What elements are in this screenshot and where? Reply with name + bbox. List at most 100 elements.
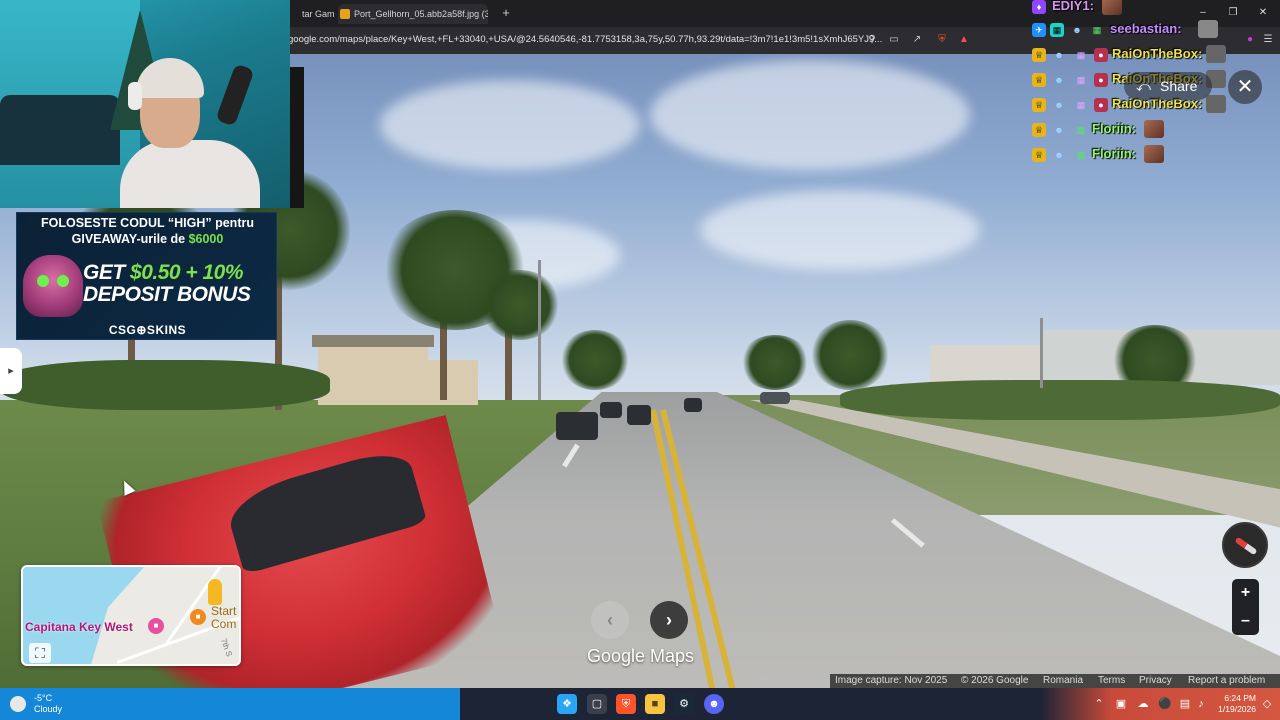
- chevron-up-icon[interactable]: ⌃: [1092, 697, 1106, 711]
- car: [627, 405, 651, 425]
- ad-text: FOLOSESTE CODUL: [41, 216, 168, 230]
- browser-tab-active[interactable]: Port_Gellhorn_05.abb2a58f.jpg (3840: [338, 4, 488, 24]
- minimap[interactable]: Capitana Key West ■ ■ Start Com 7th S ⛶: [21, 565, 241, 666]
- discord-icon[interactable]: ☻: [704, 694, 724, 714]
- house: [930, 345, 1040, 385]
- close-street-view-button[interactable]: ✕: [1228, 70, 1262, 104]
- privacy-link[interactable]: Privacy: [1139, 674, 1172, 688]
- robot-badge-icon: ☻: [1054, 150, 1064, 160]
- cast-icon[interactable]: ▭: [888, 34, 900, 46]
- robot-badge-icon: ☻: [1054, 100, 1064, 110]
- browser-tab[interactable]: tar Gam: [286, 4, 334, 24]
- weather-temperature: -5°C: [34, 693, 53, 703]
- microphone: [215, 63, 255, 127]
- task-view-icon[interactable]: ▢: [587, 694, 607, 714]
- image-capture-date: Image capture: Nov 2025: [835, 675, 948, 686]
- ad-bonus: DEPOSIT BONUS: [83, 283, 251, 306]
- microphone-icon[interactable]: ⚫: [1158, 697, 1172, 711]
- side-panel-toggle[interactable]: ▸: [0, 348, 22, 394]
- cloud: [650, 60, 970, 170]
- chat-username: Floriin:: [1092, 146, 1137, 161]
- sponsor-banner: FOLOSESTE CODUL “HIGH” pentru GIVEAWAY-u…: [16, 212, 277, 340]
- extension-icon[interactable]: ●: [1244, 34, 1256, 46]
- street-lamp: [538, 260, 541, 400]
- system-clock[interactable]: 6:24 PM 1/19/2026: [1208, 693, 1256, 715]
- maximize-icon[interactable]: ❐: [1226, 7, 1240, 18]
- next-arrow-button[interactable]: ›: [650, 601, 688, 639]
- emote-icon: [1102, 0, 1122, 15]
- webcam-overlay: [0, 0, 290, 208]
- sub-badge-icon: ▦: [1076, 125, 1086, 135]
- new-tab-button[interactable]: +: [499, 5, 513, 21]
- zoom-in-button[interactable]: +: [1232, 579, 1259, 607]
- windows-start-icon[interactable]: ❖: [557, 694, 577, 714]
- mascot-eye: [37, 275, 49, 287]
- copyright: © 2026 Google: [961, 675, 1029, 686]
- emote-icon: [1198, 20, 1218, 38]
- sub-badge-icon: ▦: [1092, 25, 1102, 35]
- minimap-place-label[interactable]: Capitana Key West: [25, 620, 133, 634]
- sub-badge-icon: ▦: [1076, 150, 1086, 160]
- notifications-icon[interactable]: ◇: [1260, 697, 1274, 711]
- ad-text: GIVEAWAY-urile de: [71, 232, 189, 246]
- partner-badge-icon: ●: [1094, 98, 1108, 112]
- badge-icon: ▦: [1050, 23, 1064, 37]
- palm-crown: [740, 335, 810, 390]
- house: [418, 360, 478, 405]
- minimize-icon[interactable]: –: [1196, 7, 1210, 18]
- weather-description: Cloudy: [34, 704, 63, 714]
- sofa: [0, 95, 120, 165]
- zoom-icon[interactable]: ⚲: [866, 34, 878, 46]
- share-label: Share: [1160, 78, 1198, 94]
- brave-browser-icon[interactable]: ⛨: [616, 694, 636, 714]
- robot-badge-icon: ☻: [1054, 50, 1064, 60]
- terms-link[interactable]: Terms: [1098, 674, 1125, 688]
- rewards-icon[interactable]: ▲: [958, 34, 970, 46]
- sub-badge-icon: ▦: [1076, 100, 1086, 110]
- robot-badge-icon: ☻: [1072, 25, 1082, 35]
- tab-title: tar Gam: [302, 9, 334, 19]
- shop-pin-icon[interactable]: ■: [190, 609, 206, 625]
- crown-badge-icon: ♕: [1032, 48, 1046, 62]
- minimap-label-line: Com: [211, 617, 237, 631]
- webcam-border: [290, 67, 304, 208]
- address-bar[interactable]: google.com/maps/place/Key+West,+FL+33040…: [288, 34, 882, 45]
- hotel-pin-icon[interactable]: ■: [148, 618, 164, 634]
- clock-time: 6:24 PM: [1224, 693, 1256, 703]
- steam-icon[interactable]: ⚙: [674, 694, 694, 714]
- taskbar-weather-area[interactable]: -5°C Cloudy: [0, 688, 460, 720]
- cloud-sync-icon[interactable]: ☁: [1136, 697, 1150, 711]
- file-explorer-icon[interactable]: ■: [645, 694, 665, 714]
- ad-text: GET: [83, 261, 131, 284]
- cloud: [700, 190, 980, 270]
- brave-shield-icon[interactable]: ⛨: [936, 34, 948, 46]
- network-icon[interactable]: ▤: [1178, 697, 1192, 711]
- ad-amount: $6000: [188, 232, 224, 246]
- emote-icon: [1206, 45, 1226, 63]
- badge-icon: ✈: [1032, 23, 1046, 37]
- crown-badge-icon: ♕: [1032, 123, 1046, 137]
- tab-title: Port_Gellhorn_05.abb2a58f.jpg (3840: [354, 9, 488, 19]
- expand-map-icon[interactable]: ⛶: [29, 643, 51, 663]
- volume-icon[interactable]: ♪: [1194, 697, 1208, 711]
- street-lamp: [1040, 318, 1043, 388]
- tray-app-icon[interactable]: ▣: [1114, 697, 1128, 711]
- clock-date: 1/19/2026: [1218, 704, 1256, 714]
- zoom-out-button[interactable]: –: [1232, 607, 1259, 635]
- ad-offer: GET $0.50 + 10%: [83, 261, 244, 285]
- pegman-icon[interactable]: [208, 579, 222, 605]
- report-problem-link[interactable]: Report a problem: [1188, 674, 1265, 688]
- window-close-icon[interactable]: ✕: [1256, 7, 1270, 18]
- partner-badge-icon: ●: [1094, 73, 1108, 87]
- compass-icon[interactable]: [1222, 522, 1268, 568]
- share-button[interactable]: ⤺ Share: [1124, 72, 1212, 100]
- country-link[interactable]: Romania: [1043, 674, 1083, 688]
- chat-username: Floriin:: [1092, 121, 1137, 136]
- sub-badge-icon: ▦: [1076, 50, 1086, 60]
- share-page-icon[interactable]: ↗: [911, 34, 923, 46]
- menu-icon[interactable]: ☰: [1262, 34, 1274, 46]
- robot-badge-icon: ☻: [1054, 75, 1064, 85]
- previous-arrow-button[interactable]: ‹: [591, 601, 629, 639]
- ad-amount: $0.50 + 10%: [130, 261, 244, 284]
- minimap-place-label[interactable]: Start Com: [211, 605, 236, 631]
